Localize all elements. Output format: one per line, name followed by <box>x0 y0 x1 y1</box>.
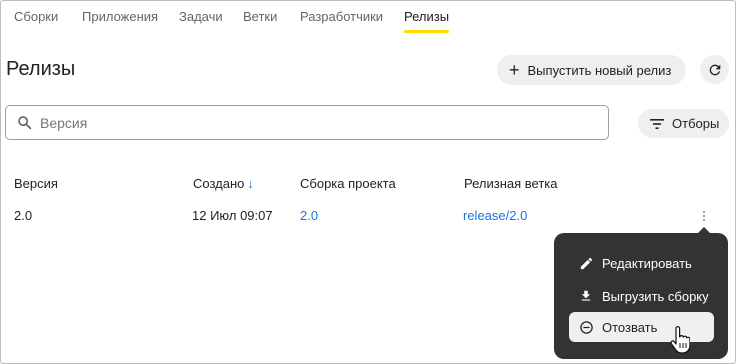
cell-build-link[interactable]: 2.0 <box>300 208 318 223</box>
cell-created: 12 Июл 09:07 <box>192 208 273 223</box>
column-header-version[interactable]: Версия <box>14 176 58 191</box>
filter-icon <box>650 118 664 129</box>
row-actions-kebab-icon[interactable] <box>697 208 711 224</box>
filters-button-label: Отборы <box>672 116 720 131</box>
menu-item-edit-label: Редактировать <box>602 255 692 271</box>
menu-item-download-label: Выгрузить сборку <box>602 288 709 304</box>
column-header-branch[interactable]: Релизная ветка <box>464 176 557 191</box>
column-header-created[interactable]: Создано ↓ <box>193 176 254 191</box>
search-icon <box>18 115 32 129</box>
minus-circle-icon <box>578 319 594 335</box>
menu-item-revoke[interactable]: Отозвать <box>569 312 714 342</box>
refresh-icon <box>709 64 720 75</box>
refresh-button[interactable] <box>700 55 729 84</box>
tab-tasks[interactable]: Задачи <box>179 9 223 24</box>
tab-branches[interactable]: Ветки <box>243 9 277 24</box>
filters-button[interactable]: Отборы <box>638 109 729 138</box>
page-title: Релизы <box>6 58 76 80</box>
search-input[interactable] <box>40 114 580 131</box>
tab-builds[interactable]: Сборки <box>14 9 58 24</box>
menu-item-revoke-label: Отозвать <box>602 319 658 335</box>
cell-version: 2.0 <box>14 208 33 223</box>
download-icon <box>578 288 594 304</box>
menu-item-edit[interactable]: Редактировать <box>569 248 714 278</box>
top-navigation: Сборки Приложения Задачи Ветки Разработч… <box>0 0 736 34</box>
sort-arrow-icon: ↓ <box>247 176 254 191</box>
tab-applications[interactable]: Приложения <box>82 9 158 24</box>
pencil-icon <box>578 255 594 271</box>
menu-item-download-build[interactable]: Выгрузить сборку <box>569 281 714 311</box>
search-field[interactable] <box>5 105 609 140</box>
release-new-button[interactable]: + Выпустить новый релиз <box>497 55 686 85</box>
tab-developers[interactable]: Разработчики <box>300 9 383 24</box>
plus-icon: + <box>509 60 520 80</box>
release-new-button-label: Выпустить новый релиз <box>527 62 672 78</box>
column-header-build[interactable]: Сборка проекта <box>300 176 396 191</box>
tab-releases[interactable]: Релизы <box>404 9 449 24</box>
row-context-menu: Редактировать Выгрузить сборку Отозвать <box>554 233 728 359</box>
hand-pointer-icon <box>670 326 690 354</box>
column-header-created-label: Создано <box>193 176 245 191</box>
active-tab-indicator <box>404 30 449 33</box>
cell-branch-link[interactable]: release/2.0 <box>463 208 527 223</box>
